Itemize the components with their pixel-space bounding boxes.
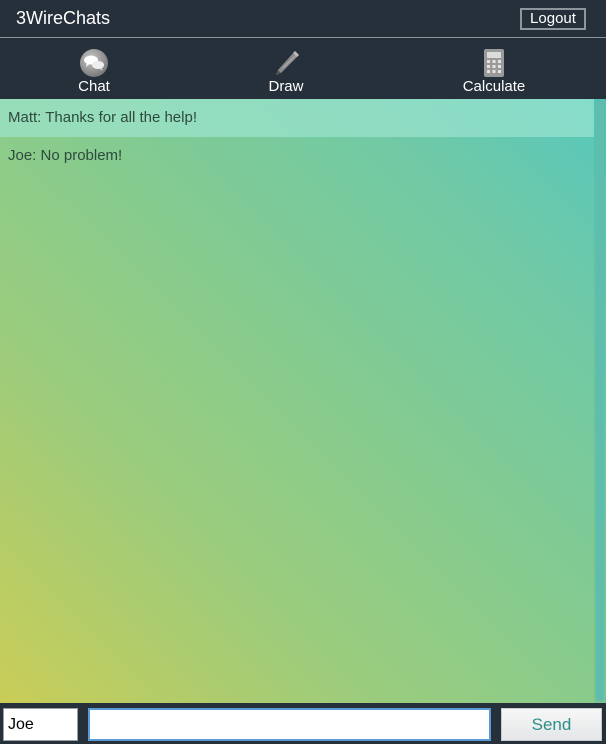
chat-messages: Matt: Thanks for all the help! Joe: No p… [0,99,594,703]
chat-log: Matt: Thanks for all the help! Joe: No p… [0,99,606,703]
chat-scrollbar-thumb[interactable] [596,101,604,701]
nav-tabs: Chat Draw Calculate [0,38,606,99]
header-bar: 3WireChats Logout [0,0,606,38]
chat-bubbles-icon [79,48,109,78]
tab-chat-label: Chat [78,78,110,95]
logout-button[interactable]: Logout [520,8,586,30]
send-button[interactable]: Send [501,708,602,741]
composer-bar: Send [0,703,606,744]
tab-draw-label: Draw [268,78,304,95]
tab-calculate[interactable]: Calculate [424,38,564,99]
tab-draw[interactable]: Draw [216,38,356,99]
chat-scrollbar[interactable] [594,99,606,703]
pencil-icon [271,48,301,78]
chat-message: Joe: No problem! [8,147,123,164]
calculator-icon [479,48,509,78]
username-field[interactable] [3,708,78,741]
app-title: 3WireChats [16,8,111,28]
app-window: 3WireChats Logout Chat Draw Calculate Ma… [0,0,606,744]
tab-chat[interactable]: Chat [24,38,164,99]
chat-message: Matt: Thanks for all the help! [0,99,594,137]
message-input[interactable] [88,708,491,741]
tab-calculate-label: Calculate [462,78,526,95]
